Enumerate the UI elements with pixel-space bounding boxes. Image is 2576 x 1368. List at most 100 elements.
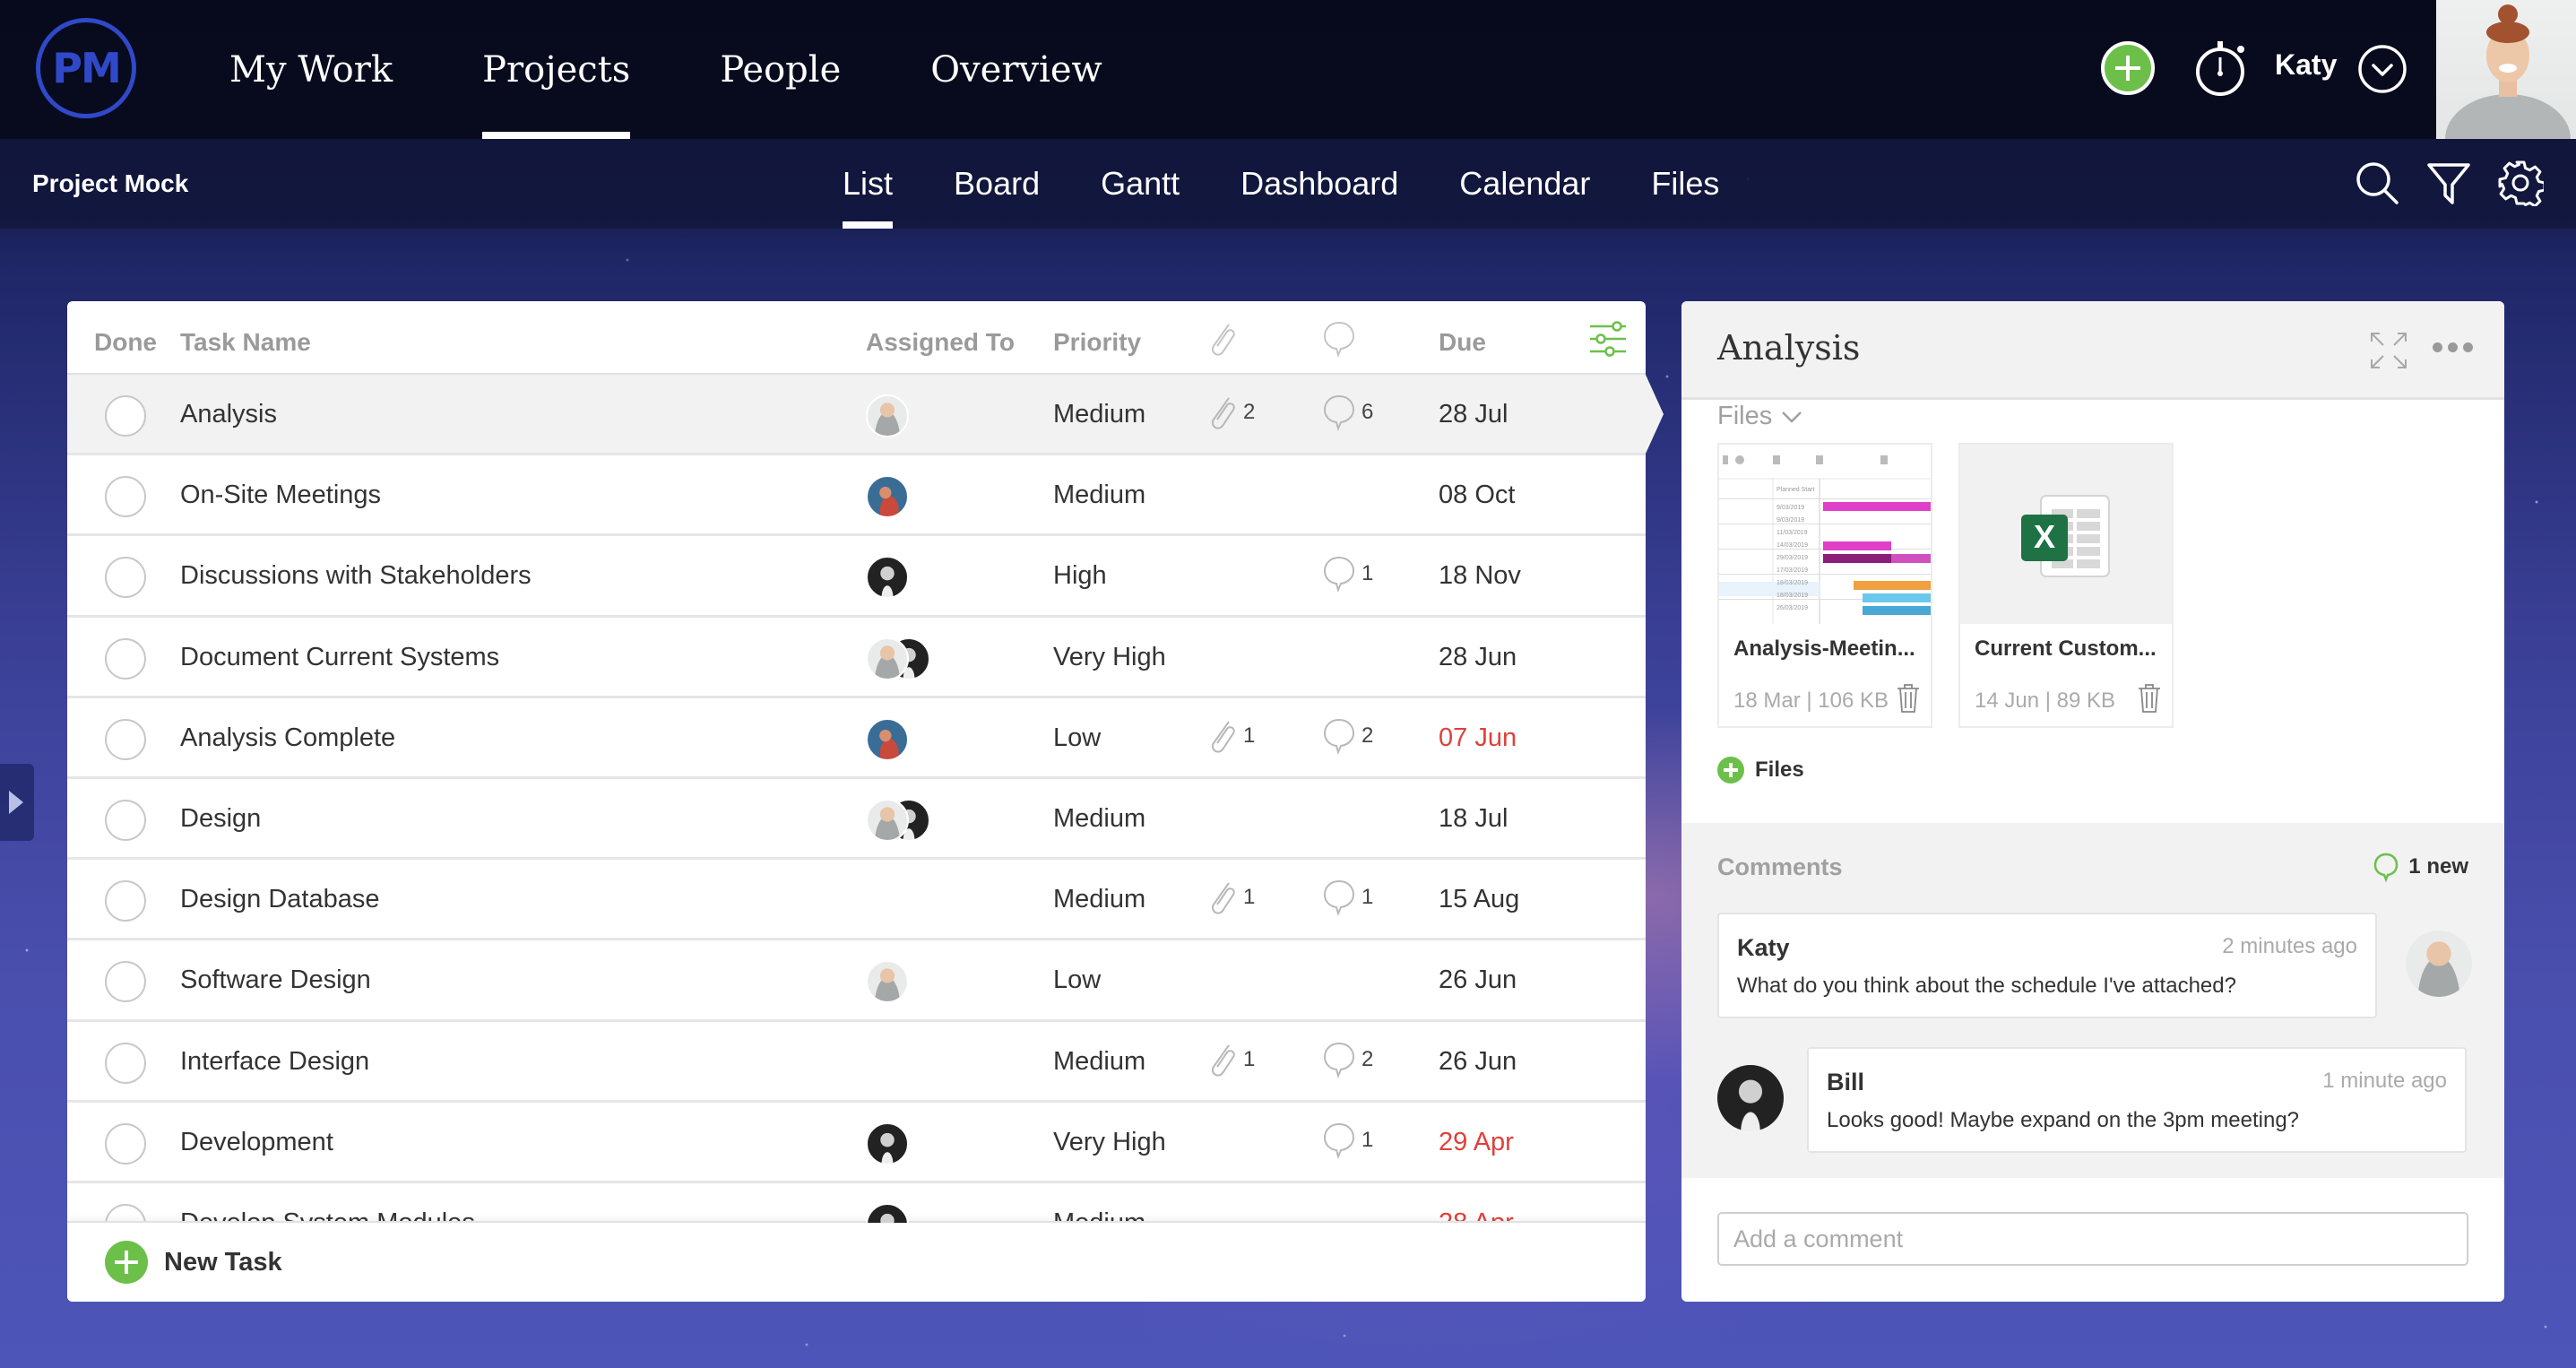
comments-count[interactable]: 1 [1322,878,1373,917]
nav-overview[interactable]: Overview [930,0,1102,139]
task-name[interactable]: On-Site Meetings [180,481,381,510]
task-name[interactable]: Development [180,1128,333,1157]
column-header-priority[interactable]: Priority [1053,328,1141,357]
done-checkbox[interactable] [105,637,146,680]
task-priority[interactable]: High [1053,561,1107,591]
column-header-comments[interactable] [1322,319,1356,365]
task-due-date[interactable]: 18 Nov [1439,561,1521,591]
task-name[interactable]: Design [180,804,261,834]
sidebar-expand-handle[interactable] [0,764,34,841]
chevron-down-icon[interactable] [2357,44,2407,94]
done-checkbox[interactable] [105,395,146,437]
task-priority[interactable]: Medium [1053,804,1145,834]
done-checkbox[interactable] [105,476,146,518]
profile-photo[interactable] [2436,0,2576,139]
expand-icon[interactable] [2368,330,2409,371]
column-header-done[interactable]: Done [94,328,157,357]
nav-projects[interactable]: Projects [482,0,631,139]
tab-files[interactable]: Files [1651,139,1719,229]
tab-list[interactable]: List [843,139,894,229]
done-checkbox[interactable] [105,1203,146,1223]
comments-count[interactable]: 1 [1322,554,1373,593]
task-priority[interactable]: Medium [1053,400,1145,429]
table-row[interactable]: Discussions with Stakeholders High 1 18 Nov [67,536,1646,618]
comments-count[interactable]: 1 [1322,1121,1373,1160]
table-row[interactable]: Interface Design Medium 1 2 26 Jun [67,1022,1646,1103]
done-checkbox[interactable] [105,718,146,760]
task-priority[interactable]: Very High [1053,643,1166,672]
task-priority[interactable]: Low [1053,723,1101,753]
attachments-count[interactable]: 1 [1206,1040,1255,1079]
comments-count[interactable]: 2 [1322,716,1373,756]
app-logo[interactable]: PM [36,18,136,118]
column-header-task-name[interactable]: Task Name [180,328,311,357]
stopwatch-icon[interactable] [2191,36,2250,99]
file-card[interactable]: Planned Start 9/03/2019 9/03/2019 11/03/20… [1717,443,1932,728]
table-row[interactable]: Software Design Low 26 Jun [67,940,1646,1022]
table-row[interactable]: Document Current Systems Very High 28 Jun [67,618,1646,698]
task-name[interactable]: Software Design [180,965,371,995]
task-due-date[interactable]: 29 Apr [1439,1128,1514,1157]
task-name[interactable]: Interface Design [180,1047,369,1077]
done-checkbox[interactable] [105,1122,146,1165]
attachments-count[interactable]: 1 [1206,878,1255,917]
add-files-button[interactable]: Files [1717,757,1804,784]
tab-board[interactable]: Board [954,139,1040,229]
task-due-date[interactable]: 26 Jun [1439,1047,1517,1077]
user-name[interactable]: Katy [2275,48,2337,82]
task-priority[interactable]: Medium [1053,481,1145,510]
task-due-date[interactable]: 26 Jun [1439,965,1517,995]
table-row[interactable]: Development Very High 1 29 Apr [67,1103,1646,1183]
search-icon[interactable] [2354,160,2400,206]
task-due-date[interactable]: 08 Oct [1439,481,1515,510]
attachments-count[interactable]: 1 [1206,716,1255,756]
done-checkbox[interactable] [105,1042,146,1084]
task-due-date[interactable]: 28 Jul [1439,400,1508,429]
trash-icon[interactable] [1897,683,1920,714]
new-comments-badge[interactable]: 1 new [2373,852,2468,882]
task-priority[interactable]: Medium [1053,1047,1145,1077]
attachments-count[interactable]: 2 [1206,393,1255,432]
column-header-attachments[interactable] [1206,319,1238,365]
task-name[interactable]: Analysis [180,400,277,429]
file-card[interactable]: X Current Custom... 14 Jun | 89 KB [1958,443,2174,728]
task-due-date[interactable]: 28 Jun [1439,643,1517,672]
gear-icon[interactable] [2497,160,2544,206]
done-checkbox[interactable] [105,961,146,1003]
task-due-date[interactable]: 07 Jun [1439,723,1517,753]
task-due-date[interactable]: 15 Aug [1439,885,1519,914]
table-row[interactable]: Design Medium 18 Jul [67,779,1646,861]
tab-calendar[interactable]: Calendar [1459,139,1590,229]
table-row[interactable]: Develop System Modules Medium 28 Apr [67,1183,1646,1223]
column-settings-button[interactable] [1588,319,1628,365]
done-checkbox[interactable] [105,799,146,841]
more-options-icon[interactable] [2433,342,2473,352]
comments-count[interactable]: 6 [1322,393,1373,432]
table-row[interactable]: Analysis Complete Low 1 2 07 Jun [67,698,1646,779]
tab-dashboard[interactable]: Dashboard [1240,139,1398,229]
files-section-toggle[interactable]: Files [1717,402,1802,431]
table-row[interactable]: Design Database Medium 1 1 15 Aug [67,860,1646,941]
trash-icon[interactable] [2138,683,2161,714]
task-name[interactable]: Analysis Complete [180,723,395,753]
task-name[interactable]: Design Database [180,885,379,914]
task-due-date[interactable]: 18 Jul [1439,804,1508,834]
nav-people[interactable]: People [720,0,841,139]
done-checkbox[interactable] [105,557,146,599]
task-priority[interactable]: Medium [1053,885,1145,914]
column-header-assigned-to[interactable]: Assigned To [866,328,1015,357]
comments-count[interactable]: 2 [1322,1040,1373,1079]
task-priority[interactable]: Low [1053,965,1101,995]
table-row[interactable]: Analysis Medium 2 6 28 Jul [67,375,1646,456]
tab-gantt[interactable]: Gantt [1101,139,1180,229]
task-name[interactable]: Discussions with Stakeholders [180,561,532,591]
table-row[interactable]: On-Site Meetings Medium 08 Oct [67,455,1646,537]
new-task-button[interactable]: New Task [105,1241,282,1284]
task-priority[interactable]: Very High [1053,1128,1166,1157]
nav-my-work[interactable]: My Work [229,0,393,139]
done-checkbox[interactable] [105,880,146,922]
detail-title[interactable]: Analysis [1717,328,1860,368]
filter-icon[interactable] [2425,160,2472,206]
column-header-due[interactable]: Due [1439,328,1486,357]
add-comment-input[interactable] [1717,1212,2468,1266]
